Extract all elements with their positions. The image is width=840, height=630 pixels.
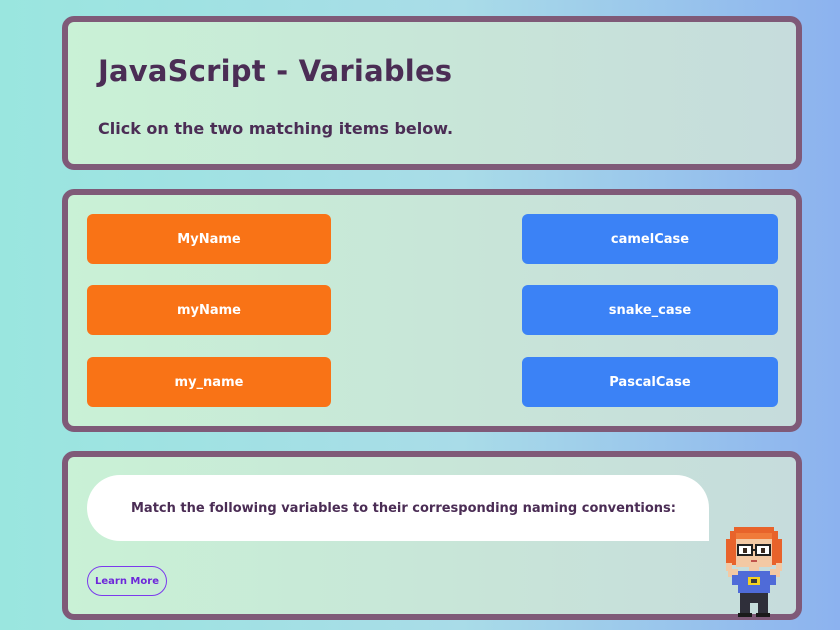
convention-option-PascalCase[interactable]: PascalCase xyxy=(522,357,778,407)
convention-option-camelCase[interactable]: camelCase xyxy=(522,214,778,264)
learn-more-button[interactable]: Learn More xyxy=(87,566,167,596)
page-title: JavaScript - Variables xyxy=(98,54,453,88)
instruction-text: Click on the two matching items below. xyxy=(98,119,454,138)
speech-bubble: Match the following variables to their c… xyxy=(87,475,709,541)
header-panel: JavaScript - Variables Click on the two … xyxy=(62,16,802,170)
matching-panel: MyName myName my_name camelCase snake_ca… xyxy=(62,189,802,432)
variable-option-MyName[interactable]: MyName xyxy=(87,214,331,264)
convention-option-snake_case[interactable]: snake_case xyxy=(522,285,778,335)
variable-option-my_name[interactable]: my_name xyxy=(87,357,331,407)
assistant-message: Match the following variables to their c… xyxy=(131,500,676,516)
variable-option-myName[interactable]: myName xyxy=(87,285,331,335)
assistant-panel: Match the following variables to their c… xyxy=(62,451,802,620)
pixel-girl-mascot-icon xyxy=(726,527,782,617)
